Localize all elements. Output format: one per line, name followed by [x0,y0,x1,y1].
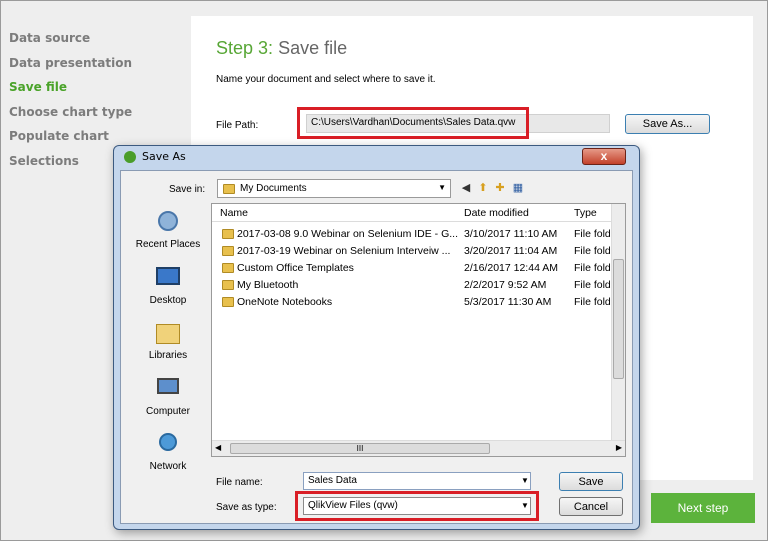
file-path-label: File Path: [216,120,259,131]
view-menu-icon[interactable]: ▦ [511,181,525,195]
recent-places-icon [153,209,183,235]
file-name: 2017-03-19 Webinar on Selenium Interveiw… [237,245,451,257]
column-date-modified[interactable]: Date modified [464,207,529,219]
place-network[interactable]: Network [129,431,207,472]
save-as-button[interactable]: Save As... [625,114,710,134]
computer-icon [153,376,183,402]
cancel-button[interactable]: Cancel [559,497,623,516]
vertical-scrollbar[interactable] [611,204,625,440]
step-title: Step 3: Save file [216,38,347,59]
folder-icon [222,263,234,273]
scroll-left-icon[interactable]: ◀ [215,443,221,452]
back-icon[interactable]: ◀ [459,181,473,195]
places-bar: Recent Places Desktop Libraries Computer [129,203,207,503]
save-in-dropdown[interactable]: My Documents ▼ [217,179,451,198]
save-type-highlight [295,491,539,521]
folder-icon [222,297,234,307]
place-label: Recent Places [135,239,201,250]
file-path-highlight [297,107,529,139]
file-row[interactable]: 2017-03-08 9.0 Webinar on Selenium IDE -… [212,226,620,243]
next-step-button[interactable]: Next step [651,493,755,523]
qlikview-icon [124,151,136,163]
place-label: Network [149,461,187,472]
folder-icon [222,229,234,239]
file-name: My Bluetooth [237,279,299,291]
step-number: Step 3: [216,38,274,58]
place-recent-places[interactable]: Recent Places [129,209,207,250]
place-label: Libraries [148,350,188,361]
new-folder-icon[interactable]: ✚ [493,181,507,195]
close-button[interactable]: x [582,148,626,165]
dialog-toolbar: ◀ ⬆ ✚ ▦ [459,181,539,197]
column-type[interactable]: Type [574,207,597,219]
nav-save-file[interactable]: Save file [9,80,132,105]
save-as-type-label: Save as type: [216,502,277,513]
file-name-input[interactable]: Sales Data [303,472,531,490]
file-name-label: File name: [216,477,263,488]
file-row[interactable]: My Bluetooth 2/2/2017 9:52 AM File folde… [212,277,620,294]
step-description: Name your document and select where to s… [216,74,436,85]
file-row[interactable]: OneNote Notebooks 5/3/2017 11:30 AM File… [212,294,620,311]
file-row[interactable]: Custom Office Templates 2/16/2017 12:44 … [212,260,620,277]
save-in-label: Save in: [169,184,206,195]
place-label: Desktop [149,295,187,306]
folder-icon [222,246,234,256]
place-computer[interactable]: Computer [129,376,207,417]
save-in-value: My Documents [240,183,307,194]
file-date: 2/2/2017 9:52 AM [464,279,547,291]
nav-choose-chart-type[interactable]: Choose chart type [9,105,132,130]
up-folder-icon[interactable]: ⬆ [476,181,490,195]
save-button[interactable]: Save [559,472,623,491]
libraries-icon [153,320,183,346]
save-as-dialog: Save As x Save in: My Documents ▼ ◀ ⬆ ✚ … [113,145,640,530]
nav-data-presentation[interactable]: Data presentation [9,56,132,81]
file-list: Name Date modified Type 2017-03-08 9.0 W… [211,203,626,457]
horizontal-scrollbar[interactable]: ◀ III ▶ [212,440,625,456]
chevron-down-icon[interactable]: ▼ [521,476,529,485]
vertical-scroll-thumb[interactable] [613,259,624,379]
nav-data-source[interactable]: Data source [9,31,132,56]
file-list-header: Name Date modified Type [212,204,612,222]
chevron-down-icon: ▼ [438,183,446,192]
dialog-body: Save in: My Documents ▼ ◀ ⬆ ✚ ▦ Recent P… [120,170,633,524]
file-name: Custom Office Templates [237,262,354,274]
column-name[interactable]: Name [220,207,248,219]
desktop-icon [153,265,183,291]
folder-icon [223,184,235,194]
file-row[interactable]: 2017-03-19 Webinar on Selenium Interveiw… [212,243,620,260]
file-name: 2017-03-08 9.0 Webinar on Selenium IDE -… [237,228,459,240]
place-desktop[interactable]: Desktop [129,265,207,306]
file-date: 3/20/2017 11:04 AM [464,245,558,257]
horizontal-scroll-thumb[interactable]: III [230,443,490,454]
file-name: OneNote Notebooks [237,296,333,308]
place-label: Computer [146,406,190,417]
file-date: 2/16/2017 12:44 AM [464,262,558,274]
scroll-right-icon[interactable]: ▶ [616,443,622,452]
step-name: Save file [278,38,348,58]
file-date: 3/10/2017 11:10 AM [464,228,558,240]
file-date: 5/3/2017 11:30 AM [464,296,552,308]
dialog-title: Save As [142,150,186,163]
network-icon [153,431,183,457]
place-libraries[interactable]: Libraries [129,320,207,361]
folder-icon [222,280,234,290]
